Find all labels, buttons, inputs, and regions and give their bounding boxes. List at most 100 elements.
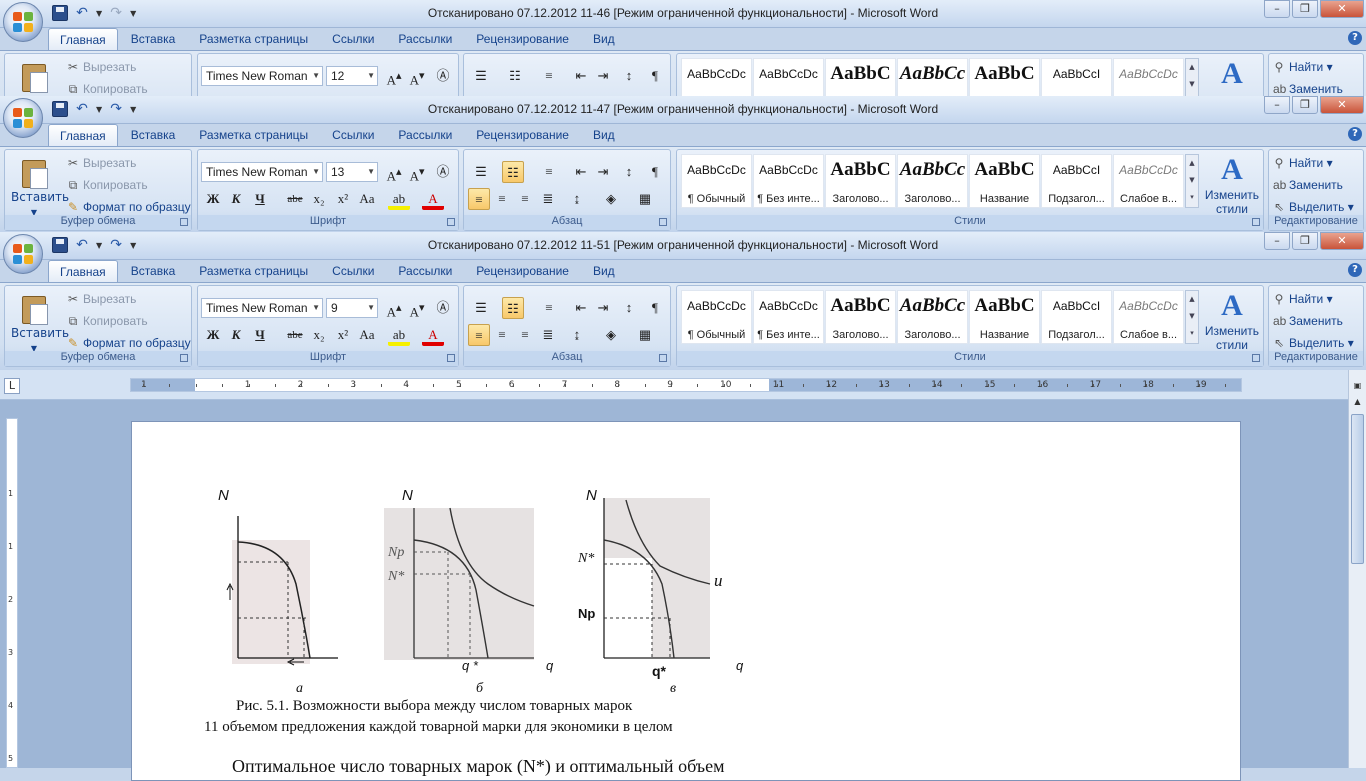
align-right-icon[interactable]: ≡ [514,324,536,346]
font-size-combo[interactable]: 9 ▼ [326,298,378,318]
tab-mailings[interactable]: Рассылки [387,260,463,282]
style-no-spacing[interactable]: AaBbCcDc ¶ Без инте... [753,154,824,208]
shading-icon[interactable]: ◈ [600,188,622,210]
font-name-combo[interactable]: Times New Roman ▼ [201,298,323,318]
strikethrough-icon[interactable]: abe [284,324,306,346]
redo-icon[interactable]: ↷ [108,5,124,21]
pilcrow-icon[interactable]: ¶ [644,161,666,183]
font-name-combo[interactable]: Times New Roman ▼ [201,162,323,182]
increase-indent-icon[interactable]: ⇥ [592,65,614,87]
superscript-icon[interactable]: x² [332,324,354,346]
minimize-button[interactable]: – [1264,96,1290,114]
tab-home[interactable]: Главная [48,124,118,146]
font-name-combo[interactable]: Times New Roman ▼ [201,66,323,86]
find-button[interactable]: ⚲ Найти ▾ [1273,292,1333,306]
bullets-icon[interactable]: ☰ [470,297,492,319]
shrink-font-icon[interactable]: A▾ [406,65,428,87]
dialog-launcher-icon[interactable] [1252,218,1260,226]
scroll-up-icon[interactable]: ▲ [1350,394,1366,410]
line-spacing-icon[interactable]: ↨ [566,324,588,346]
align-center-icon[interactable]: ≡ [491,188,513,210]
dialog-launcher-icon[interactable] [180,354,188,362]
format-painter-button[interactable]: ✎ Формат по образцу [67,200,191,214]
styles-scroll[interactable]: ▲ ▼ ▾ [1185,290,1199,344]
decrease-indent-icon[interactable]: ⇤ [570,161,592,183]
bullets-icon[interactable]: ☰ [470,65,492,87]
style-title[interactable]: AaBbC [969,58,1040,96]
style-normal[interactable]: AaBbCcDc ¶ Обычный [681,154,752,208]
tab-page-layout[interactable]: Разметка страницы [188,28,319,50]
sort-icon[interactable]: ↕ [618,161,640,183]
line-spacing-icon[interactable]: ↨ [566,188,588,210]
borders-icon[interactable]: ▦ [634,188,656,210]
pilcrow-icon[interactable]: ¶ [644,297,666,319]
undo-dropdown-icon[interactable]: ▼ [96,9,102,18]
change-case-icon[interactable]: Aa [356,324,378,346]
shrink-font-icon[interactable]: A▾ [406,297,428,319]
tab-view[interactable]: Вид [582,28,626,50]
bold-icon[interactable]: Ж [202,188,224,210]
minimize-button[interactable]: – [1264,232,1290,250]
style-subtle-emphasis[interactable]: AaBbCcDc Слабое в... [1113,154,1184,208]
bold-icon[interactable]: Ж [202,324,224,346]
copy-button[interactable]: ⧉ Копировать [67,314,148,329]
decrease-indent-icon[interactable]: ⇤ [570,65,592,87]
align-center-icon[interactable]: ≡ [491,324,513,346]
italic-icon[interactable]: К [225,188,247,210]
copy-button[interactable]: ⧉ Копировать [67,178,148,193]
select-button[interactable]: ⇖ Выделить ▾ [1273,336,1354,350]
clear-format-icon[interactable]: Ⓐ [432,297,454,319]
change-styles-button[interactable]: A [1203,56,1261,92]
dialog-launcher-icon[interactable] [1252,354,1260,362]
restore-button[interactable]: ❐ [1292,96,1318,114]
grow-font-icon[interactable]: A▴ [383,161,405,183]
minimize-button[interactable]: – [1264,0,1290,18]
change-styles-button[interactable]: A Изменить стили [1203,152,1261,216]
font-size-combo[interactable]: 12 ▼ [326,66,378,86]
paste-button[interactable] [11,58,57,94]
scroll-thumb[interactable] [1351,414,1364,564]
styles-scroll[interactable]: ▲ ▼ ▾ [1185,154,1199,208]
sort-icon[interactable]: ↕ [618,297,640,319]
highlight-icon[interactable]: ab [388,324,410,346]
style-subtle-emphasis[interactable]: AaBbCcDc Слабое в... [1113,290,1184,344]
tab-references[interactable]: Ссылки [321,124,385,146]
tab-review[interactable]: Рецензирование [465,28,580,50]
tab-mailings[interactable]: Рассылки [387,28,463,50]
change-case-icon[interactable]: Aa [356,188,378,210]
style-no-spacing[interactable]: AaBbCcDc ¶ Без инте... [753,290,824,344]
sort-icon[interactable]: ↕ [618,65,640,87]
tab-mailings[interactable]: Рассылки [387,124,463,146]
find-button[interactable]: ⚲ Найти ▾ [1273,60,1333,74]
paste-button[interactable]: Вставить ▼ [11,290,69,354]
tab-review[interactable]: Рецензирование [465,260,580,282]
help-icon[interactable]: ? [1348,31,1362,45]
document-page[interactable]: N а N Np N* q * q б N N* Np u q* q в Рис… [131,421,1241,781]
redo-icon[interactable]: ↷ [108,101,124,117]
close-button[interactable]: ✕ [1320,0,1364,18]
tab-view[interactable]: Вид [582,124,626,146]
tab-review[interactable]: Рецензирование [465,124,580,146]
undo-dropdown-icon[interactable]: ▼ [96,241,102,250]
replace-button[interactable]: ab Заменить [1273,314,1343,328]
style-no-spacing[interactable]: AaBbCcDc [753,58,824,96]
multilevel-list-icon[interactable]: ≡ [538,297,560,319]
subscript-icon[interactable]: x₂ [308,188,330,210]
style-heading-2[interactable]: AaBbCc Заголово... [897,154,968,208]
horizontal-ruler[interactable]: 112345678910111213141516171819 [130,378,1242,392]
tab-page-layout[interactable]: Разметка страницы [188,260,319,282]
tab-selector-button[interactable]: L [4,378,20,394]
shrink-font-icon[interactable]: A▾ [406,161,428,183]
align-right-icon[interactable]: ≡ [514,188,536,210]
copy-button[interactable]: ⧉ Копировать [67,82,148,96]
multilevel-list-icon[interactable]: ≡ [538,65,560,87]
undo-icon[interactable]: ↶ [74,5,90,21]
increase-indent-icon[interactable]: ⇥ [592,297,614,319]
dialog-launcher-icon[interactable] [659,218,667,226]
format-painter-button[interactable]: ✎ Формат по образцу [67,336,191,350]
tab-insert[interactable]: Вставка [120,28,187,50]
undo-dropdown-icon[interactable]: ▼ [96,105,102,114]
undo-icon[interactable]: ↶ [74,237,90,253]
style-subtle-emphasis[interactable]: AaBbCcDc [1113,58,1184,96]
decrease-indent-icon[interactable]: ⇤ [570,297,592,319]
